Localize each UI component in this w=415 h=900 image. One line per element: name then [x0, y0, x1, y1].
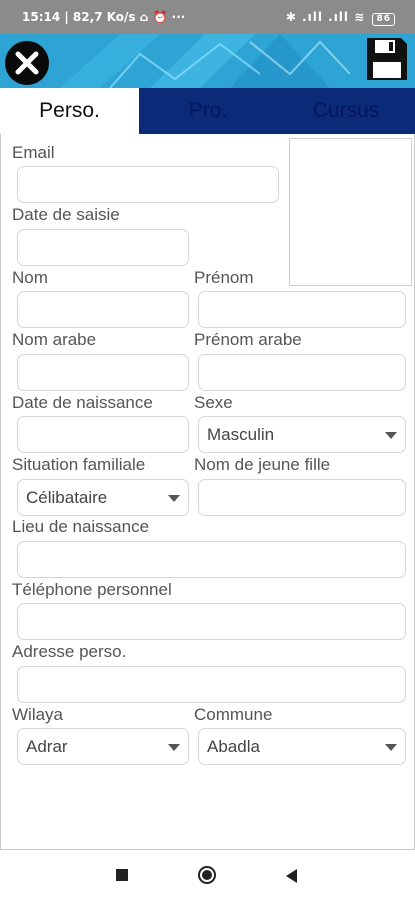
chevron-down-icon	[168, 495, 180, 502]
tab-perso[interactable]: Perso.	[0, 88, 139, 134]
nom-jeune-fille-field[interactable]	[198, 479, 406, 516]
nom-jeune-fille-label: Nom de jeune fille	[194, 455, 331, 474]
sexe-select[interactable]: Masculin	[198, 416, 406, 453]
status-icons: ✱ .ıll .ıll ≋ 86	[286, 10, 395, 26]
nom-arabe-label: Nom arabe	[12, 330, 97, 349]
situation-value: Célibataire	[26, 488, 108, 507]
lieu-naissance-field[interactable]	[17, 541, 406, 578]
chevron-down-icon	[385, 432, 397, 439]
nom-field[interactable]	[17, 291, 189, 328]
telephone-field[interactable]	[17, 603, 406, 640]
nom-label: Nom	[12, 268, 48, 287]
email-label: Email	[12, 143, 55, 162]
commune-value: Abadla	[207, 737, 260, 756]
prenom-field[interactable]	[198, 291, 406, 328]
square-icon[interactable]	[116, 869, 128, 881]
prenom-arabe-field[interactable]	[198, 354, 406, 391]
sexe-value: Masculin	[207, 425, 275, 444]
app-header	[0, 34, 415, 88]
status-bar: 15:14 | 82,7 Ko/s ⌂ ⏰ ··· ✱ .ıll .ıll ≋ …	[0, 0, 415, 34]
date-saisie-field[interactable]	[17, 229, 189, 266]
adresse-field[interactable]	[17, 666, 406, 703]
tab-pro[interactable]: Pro.	[139, 88, 277, 134]
date-saisie-label: Date de saisie	[12, 205, 120, 224]
sexe-label: Sexe	[194, 393, 233, 412]
situation-label: Situation familiale	[12, 455, 146, 474]
date-naissance-field[interactable]	[17, 416, 189, 453]
prenom-label: Prénom	[194, 268, 254, 287]
lieu-naissance-label: Lieu de naissance	[12, 517, 150, 536]
battery-icon: 86	[372, 13, 395, 26]
triangle-back-icon[interactable]	[286, 869, 297, 883]
tab-cursus[interactable]: Cursus	[277, 88, 415, 134]
save-button[interactable]	[365, 36, 409, 82]
signal-icons: ✱ .ıll .ıll ≋	[285, 10, 366, 24]
commune-select[interactable]: Abadla	[198, 728, 406, 765]
close-icon	[15, 51, 39, 75]
email-field[interactable]	[17, 166, 279, 203]
header-background	[0, 34, 415, 88]
chevron-down-icon	[168, 744, 180, 751]
floppy-disk-icon	[367, 38, 407, 80]
date-naissance-label: Date de naissance	[12, 393, 153, 412]
system-nav-bar	[0, 850, 415, 900]
situation-select[interactable]: Célibataire	[17, 479, 189, 516]
photo-placeholder[interactable]	[289, 138, 412, 286]
commune-label: Commune	[194, 705, 273, 724]
chevron-down-icon	[385, 744, 397, 751]
adresse-label: Adresse perso.	[12, 642, 127, 661]
circle-icon[interactable]	[198, 866, 216, 884]
nom-arabe-field[interactable]	[17, 354, 189, 391]
prenom-arabe-label: Prénom arabe	[194, 330, 302, 349]
tab-bar: Perso. Pro. Cursus	[0, 88, 415, 134]
status-time: 15:14 | 82,7 Ko/s ⌂ ⏰ ···	[22, 10, 186, 24]
wilaya-label: Wilaya	[12, 705, 64, 724]
telephone-label: Téléphone personnel	[12, 580, 172, 599]
close-button[interactable]	[5, 41, 49, 85]
wilaya-select[interactable]: Adrar	[17, 728, 189, 765]
wilaya-value: Adrar	[26, 737, 68, 756]
